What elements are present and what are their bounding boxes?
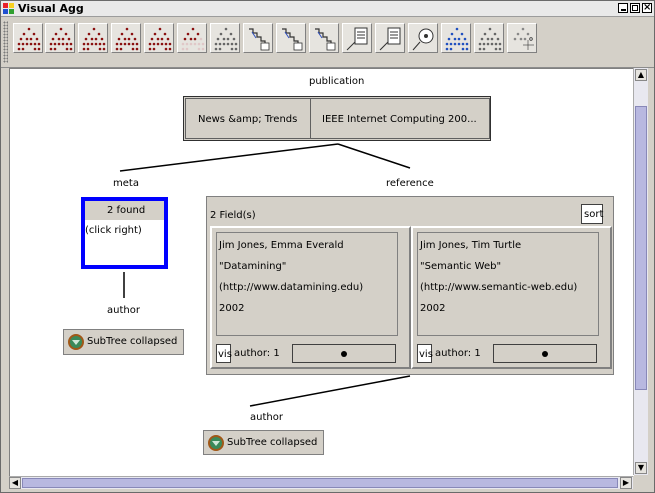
reference-year: 2002 (219, 303, 245, 314)
toolbar-button[interactable] (144, 23, 174, 53)
toolbar-button[interactable] (309, 23, 339, 53)
toolbar-button[interactable] (177, 23, 207, 53)
tree-red-icon (17, 27, 41, 51)
reference-url: (http://www.semantic-web.edu) (420, 282, 578, 293)
node-label-publication: publication (309, 76, 365, 87)
vis-label: vis (218, 349, 232, 360)
field-value: News &amp; Trends (198, 114, 298, 125)
field-value: IEEE Internet Computing 200... (322, 114, 477, 125)
publication-field[interactable]: IEEE Internet Computing 200... (310, 98, 490, 139)
expand-subtree-icon[interactable] (68, 334, 84, 350)
reference-year: 2002 (420, 303, 446, 314)
slider-dot-icon[interactable] (542, 351, 548, 357)
tree-grey-icon (214, 27, 238, 51)
scroll-corner (633, 476, 648, 489)
toolbar-button[interactable] (243, 23, 273, 53)
collapsed-subtree-node[interactable]: SubTree collapsed (63, 329, 184, 355)
minimize-button[interactable] (618, 3, 628, 13)
reference-item-card[interactable]: Jim Jones, Emma Everald "Datamining" (ht… (210, 226, 411, 369)
staircase-icon (282, 28, 303, 51)
publication-field[interactable]: News &amp; Trends (185, 98, 311, 139)
meta-node-selected[interactable]: 2 found (click right) (81, 197, 168, 269)
sort-label: sort (584, 209, 604, 220)
slider-dot-icon[interactable] (341, 351, 347, 357)
collapsed-text: SubTree collapsed (227, 437, 318, 448)
reference-authors: Jim Jones, Emma Everald (219, 240, 344, 251)
scroll-left-arrow-icon[interactable]: ◀ (9, 477, 21, 489)
meta-found-count: 2 found (107, 205, 146, 216)
reference-node[interactable]: 2 Field(s) sort Jim Jones, Emma Everald … (206, 196, 614, 375)
sort-button[interactable]: sort (581, 204, 603, 224)
scroll-up-arrow-icon[interactable]: ▲ (635, 69, 647, 81)
application-window: Visual Agg × publication News &amp; Tren… (0, 0, 655, 493)
scroll-down-arrow-icon[interactable]: ▼ (635, 462, 647, 474)
tree-red-icon (115, 27, 139, 51)
author-slider[interactable] (493, 344, 597, 363)
disk-link-icon (412, 28, 434, 51)
meta-hint: (click right) (85, 225, 142, 236)
node-label-author: author (107, 305, 140, 316)
vertical-scroll-thumb[interactable] (635, 106, 647, 390)
staircase-icon (249, 28, 270, 51)
title-bar[interactable]: Visual Agg × (1, 1, 654, 17)
vis-label: vis (419, 349, 433, 360)
toolbar-button[interactable] (375, 23, 405, 53)
collapsed-subtree-node[interactable]: SubTree collapsed (203, 430, 324, 455)
reference-title: "Datamining" (219, 261, 287, 272)
toolbar-grip-handle[interactable] (3, 21, 8, 63)
toolbar-button[interactable] (474, 23, 504, 53)
reference-authors: Jim Jones, Tim Turtle (420, 240, 522, 251)
reference-fields-panel[interactable]: Jim Jones, Tim Turtle "Semantic Web" (ht… (417, 232, 599, 336)
toolbar-button[interactable] (78, 23, 108, 53)
node-label-author: author (250, 412, 283, 423)
reference-fields-panel[interactable]: Jim Jones, Emma Everald "Datamining" (ht… (216, 232, 398, 336)
toolbar (1, 17, 654, 68)
author-count: author: 1 (234, 348, 280, 359)
tree-red-icon (49, 27, 73, 51)
reference-item-card[interactable]: Jim Jones, Tim Turtle "Semantic Web" (ht… (411, 226, 612, 369)
document-link-icon (379, 27, 401, 51)
toolbar-button[interactable] (111, 23, 141, 53)
toolbar-button[interactable] (210, 23, 240, 53)
vis-toggle-button[interactable]: vis (417, 344, 433, 363)
horizontal-scrollbar[interactable]: ◀ ▶ (9, 476, 633, 489)
graph-canvas[interactable]: publication News &amp; Trends IEEE Inter… (9, 68, 634, 476)
window-title: Visual Agg (18, 2, 84, 15)
toolbar-button[interactable] (342, 23, 372, 53)
maximize-button[interactable] (630, 3, 640, 13)
tree-grey-icon (478, 27, 502, 51)
vertical-scrollbar[interactable]: ▲ ▼ (633, 68, 648, 475)
horizontal-scroll-thumb[interactable] (22, 478, 618, 488)
tree-blue-icon (445, 27, 469, 51)
author-count: author: 1 (435, 348, 481, 359)
reference-url: (http://www.datamining.edu) (219, 282, 364, 293)
expand-subtree-icon[interactable] (208, 435, 224, 451)
tree-red-icon (148, 27, 172, 51)
scroll-right-arrow-icon[interactable]: ▶ (620, 477, 632, 489)
publication-node[interactable]: News &amp; Trends IEEE Internet Computin… (183, 96, 491, 141)
close-button[interactable]: × (642, 3, 652, 13)
tree-partial-icon (181, 27, 205, 51)
app-icon (3, 3, 14, 14)
staircase-icon (315, 28, 336, 51)
toolbar-button[interactable] (276, 23, 306, 53)
reference-title: "Semantic Web" (420, 261, 502, 272)
node-label-meta: meta (113, 178, 139, 189)
collapsed-text: SubTree collapsed (87, 336, 178, 347)
toolbar-button[interactable] (45, 23, 75, 53)
author-slider[interactable] (292, 344, 396, 363)
document-link-icon (346, 27, 368, 51)
toolbar-button[interactable] (408, 23, 438, 53)
toolbar-button[interactable] (507, 23, 537, 53)
field-count: 2 Field(s) (210, 210, 256, 221)
toolbar-button[interactable] (13, 23, 43, 53)
tree-table-icon (513, 27, 534, 50)
vis-toggle-button[interactable]: vis (216, 344, 232, 363)
node-label-reference: reference (386, 178, 434, 189)
tree-red-icon (82, 27, 106, 51)
toolbar-button[interactable] (441, 23, 471, 53)
